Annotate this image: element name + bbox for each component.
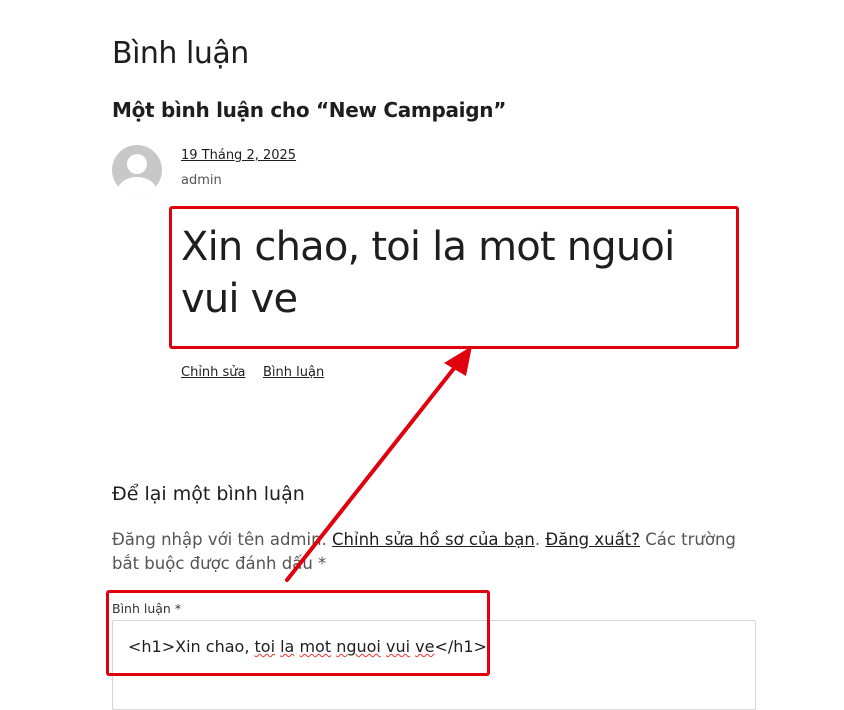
arrow-head [444,346,472,376]
reply-form-title: Để lại một bình luận [112,483,305,505]
comments-count-heading: Một bình luận cho “New Campaign” [112,98,507,122]
comment-textarea[interactable] [112,620,756,710]
comment-field-label: Bình luận * [112,601,182,616]
comments-section-title: Bình luận [112,36,249,71]
edit-comment-link[interactable]: Chỉnh sửa [181,365,246,380]
logged-in-notice: Đăng nhập với tên admin. Chỉnh sửa hồ sơ… [112,528,752,576]
textarea-text: Xin chao, toi la mot nguoi vui ve [175,637,435,656]
logout-link[interactable]: Đăng xuất? [545,530,640,549]
comment-textarea-value: <h1>Xin chao, toi la mot nguoi vui ve</h… [128,637,487,656]
avatar-head-shape [127,154,147,174]
avatar [112,145,162,195]
edit-profile-link[interactable]: Chỉnh sửa hồ sơ của bạn [332,530,535,549]
comment-content: Xin chao, toi la mot nguoi vui ve [181,224,675,322]
textarea-tag-close: </h1> [434,637,487,656]
avatar-body-shape [117,177,157,195]
reply-comment-link[interactable]: Bình luận [263,365,324,380]
textarea-tag-open: <h1> [128,637,176,656]
comment-date-link[interactable]: 19 Tháng 2, 2025 [181,148,296,163]
notice-separator: . [534,530,541,549]
comment-author: admin [181,173,222,188]
logged-in-prefix: Đăng nhập với tên admin. [112,530,327,549]
